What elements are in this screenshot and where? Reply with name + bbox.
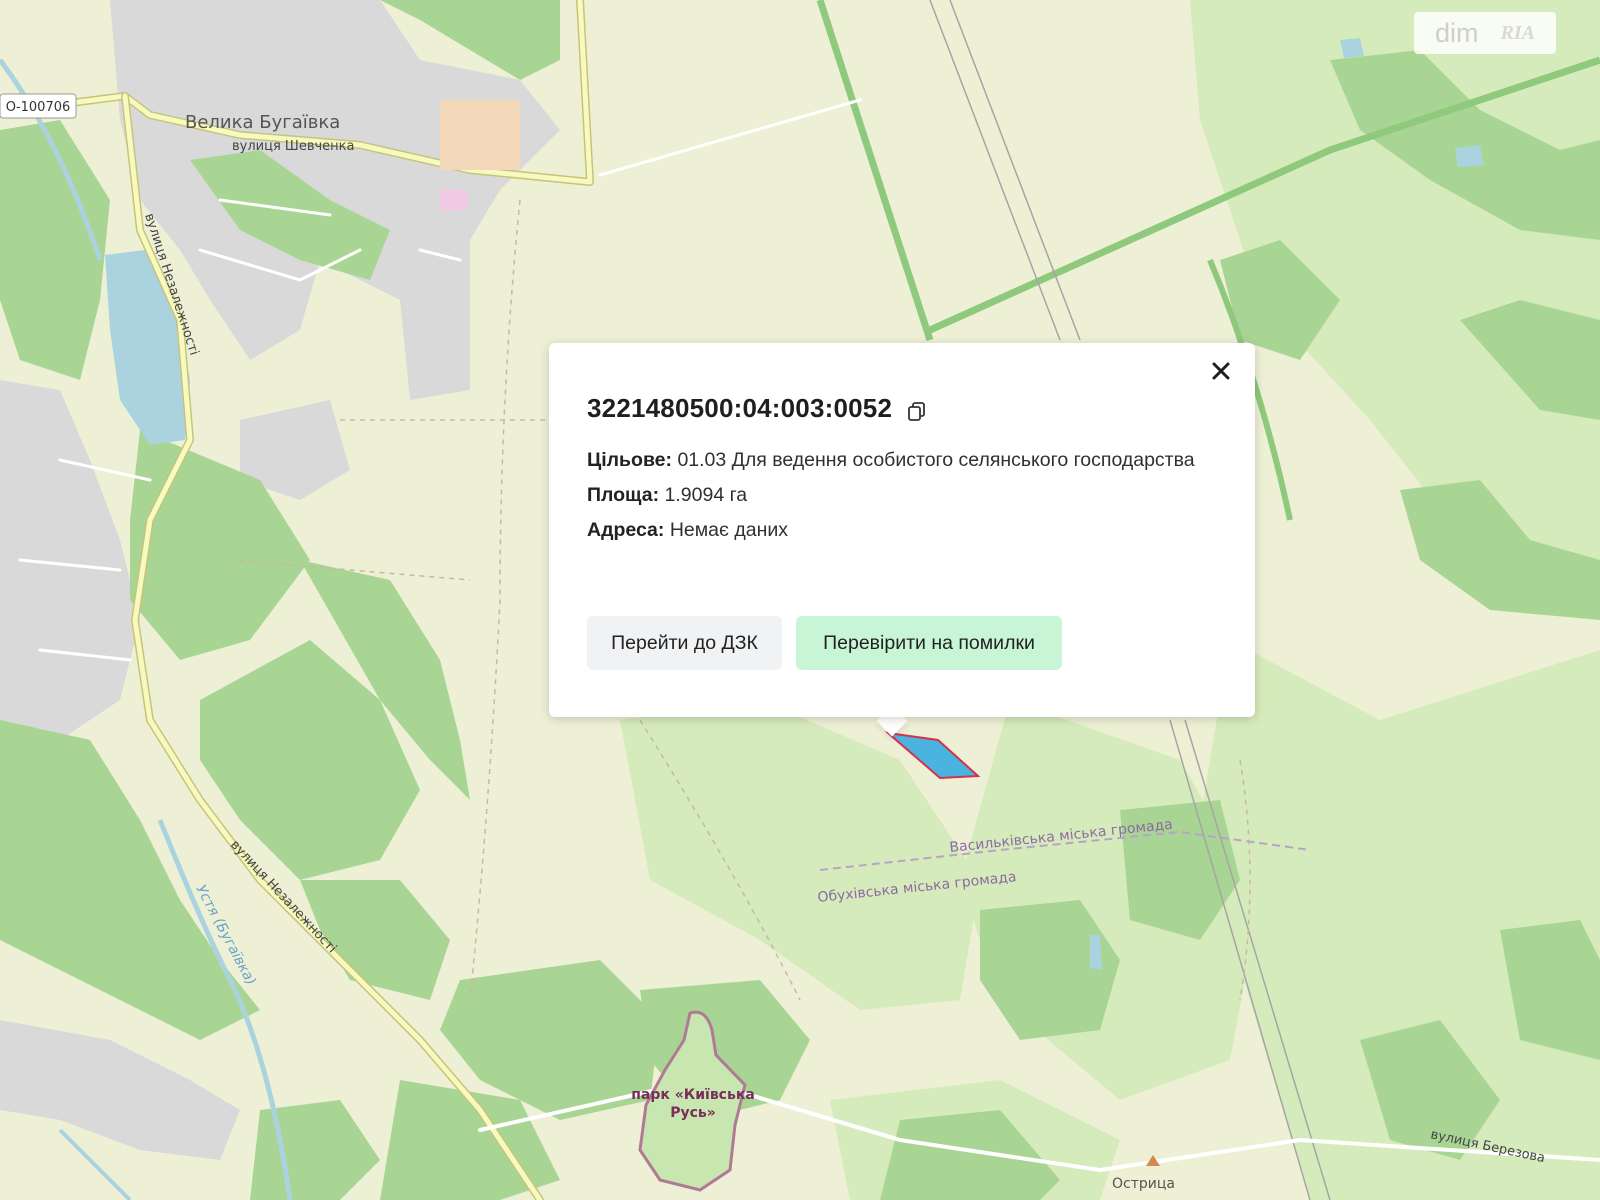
- street-shevchenka-label: вулиця Шевченка: [232, 139, 354, 154]
- address-value: Немає даних: [669, 519, 788, 541]
- cadastral-number: 3221480500:04:003:0052: [587, 393, 893, 423]
- parcel-title: 3221480500:04:003:0052: [587, 393, 928, 424]
- watermark-dim: dim: [1435, 17, 1479, 48]
- industrial-area: [440, 100, 520, 170]
- park-label-line2: Русь»: [670, 1105, 716, 1121]
- close-button[interactable]: [1207, 357, 1235, 385]
- purpose-row: Цільове: 01.03 Для ведення особистого се…: [587, 443, 1207, 478]
- village-label: Велика Бугаївка: [185, 112, 340, 133]
- area-label: Площа:: [587, 484, 660, 506]
- go-to-dzk-button[interactable]: Перейти до ДЗК: [587, 616, 782, 670]
- purpose-label: Цільове:: [587, 449, 673, 471]
- address-label: Адреса:: [587, 519, 665, 541]
- purpose-value: 01.03 Для ведення особистого селянського…: [677, 449, 1195, 471]
- parcel-popup: 3221480500:04:003:0052 Цільове: 01.03 Дл…: [549, 343, 1255, 717]
- parcel-info: Цільове: 01.03 Для ведення особистого се…: [587, 443, 1207, 548]
- check-errors-button[interactable]: Перевірити на помилки: [796, 616, 1062, 670]
- area-row: Площа: 1.9094 га: [587, 478, 1207, 513]
- address-row: Адреса: Немає даних: [587, 513, 1207, 548]
- road-code-label: О-100706: [6, 100, 71, 115]
- copy-icon[interactable]: [906, 398, 928, 421]
- dimria-watermark: dim RIA: [1414, 12, 1556, 54]
- close-icon: [1212, 362, 1230, 380]
- peak-label: Острица: [1112, 1176, 1175, 1192]
- park-label-line1: парк «Київська: [631, 1087, 755, 1103]
- watermark-ria: RIA: [1500, 21, 1535, 44]
- area-value: 1.9094 га: [664, 484, 748, 506]
- retail-area: [440, 190, 468, 210]
